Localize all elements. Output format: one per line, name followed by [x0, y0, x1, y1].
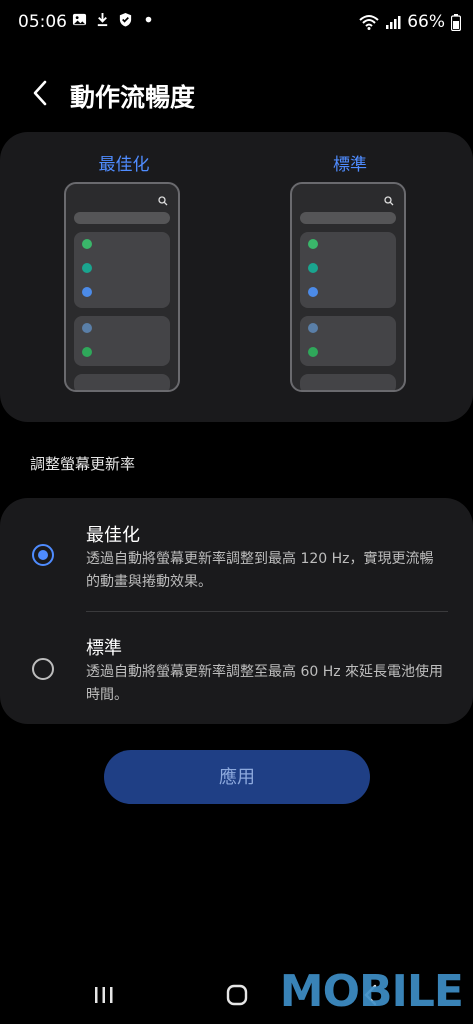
preview-searchbar — [74, 212, 170, 224]
preview-dot — [308, 263, 318, 273]
preview-searchbar — [300, 212, 396, 224]
divider — [86, 611, 448, 612]
option-title-optimized[interactable]: 最佳化 — [86, 521, 140, 547]
preview-dot — [308, 287, 318, 297]
wifi-icon — [359, 15, 379, 30]
preview-block — [74, 374, 170, 390]
radio-standard[interactable] — [32, 658, 54, 680]
recents-icon[interactable] — [92, 982, 116, 1008]
search-icon — [384, 196, 394, 206]
signal-icon — [386, 16, 401, 29]
preview-dot — [308, 323, 318, 333]
preview-label-optimized: 最佳化 — [98, 155, 150, 175]
preview-phone-optimized — [64, 182, 180, 392]
shield-icon — [119, 12, 132, 27]
status-right: 66% — [359, 12, 461, 32]
status-time: 05:06 — [18, 12, 67, 32]
option-desc-standard: 透過自動將螢幕更新率調整至最高 60 Hz 來延長電池使用時間。 — [86, 664, 444, 703]
preview-dot — [82, 347, 92, 357]
search-icon — [158, 196, 168, 206]
apply-button[interactable]: 應用 — [104, 750, 370, 804]
preview-phone-standard — [290, 182, 406, 392]
preview-dot — [82, 263, 92, 273]
battery-percent: 66% — [407, 12, 445, 32]
preview-dot — [308, 239, 318, 249]
home-icon[interactable] — [224, 982, 250, 1008]
preview-dot — [82, 323, 92, 333]
mobile-watermark-logo: MOBILE — [279, 966, 464, 1017]
preview-dot — [82, 239, 92, 249]
download-icon — [97, 12, 108, 27]
preview-dot — [82, 287, 92, 297]
preview-dot — [308, 347, 318, 357]
page-title: 動作流暢度 — [70, 83, 196, 112]
option-desc-optimized: 透過自動將螢幕更新率調整到最高 120 Hz，實現更流暢的動畫與捲動效果。 — [86, 551, 434, 590]
preview-block — [300, 374, 396, 390]
status-left-icons — [72, 12, 156, 27]
option-title-standard[interactable]: 標準 — [86, 634, 122, 660]
battery-icon — [451, 13, 461, 31]
section-label: 調整螢幕更新率 — [30, 455, 136, 473]
preview-label-standard: 標準 — [333, 155, 367, 175]
gallery-icon — [72, 13, 87, 26]
dot-icon — [145, 16, 152, 23]
back-chevron-icon[interactable] — [28, 78, 54, 108]
radio-optimized[interactable] — [32, 544, 54, 566]
